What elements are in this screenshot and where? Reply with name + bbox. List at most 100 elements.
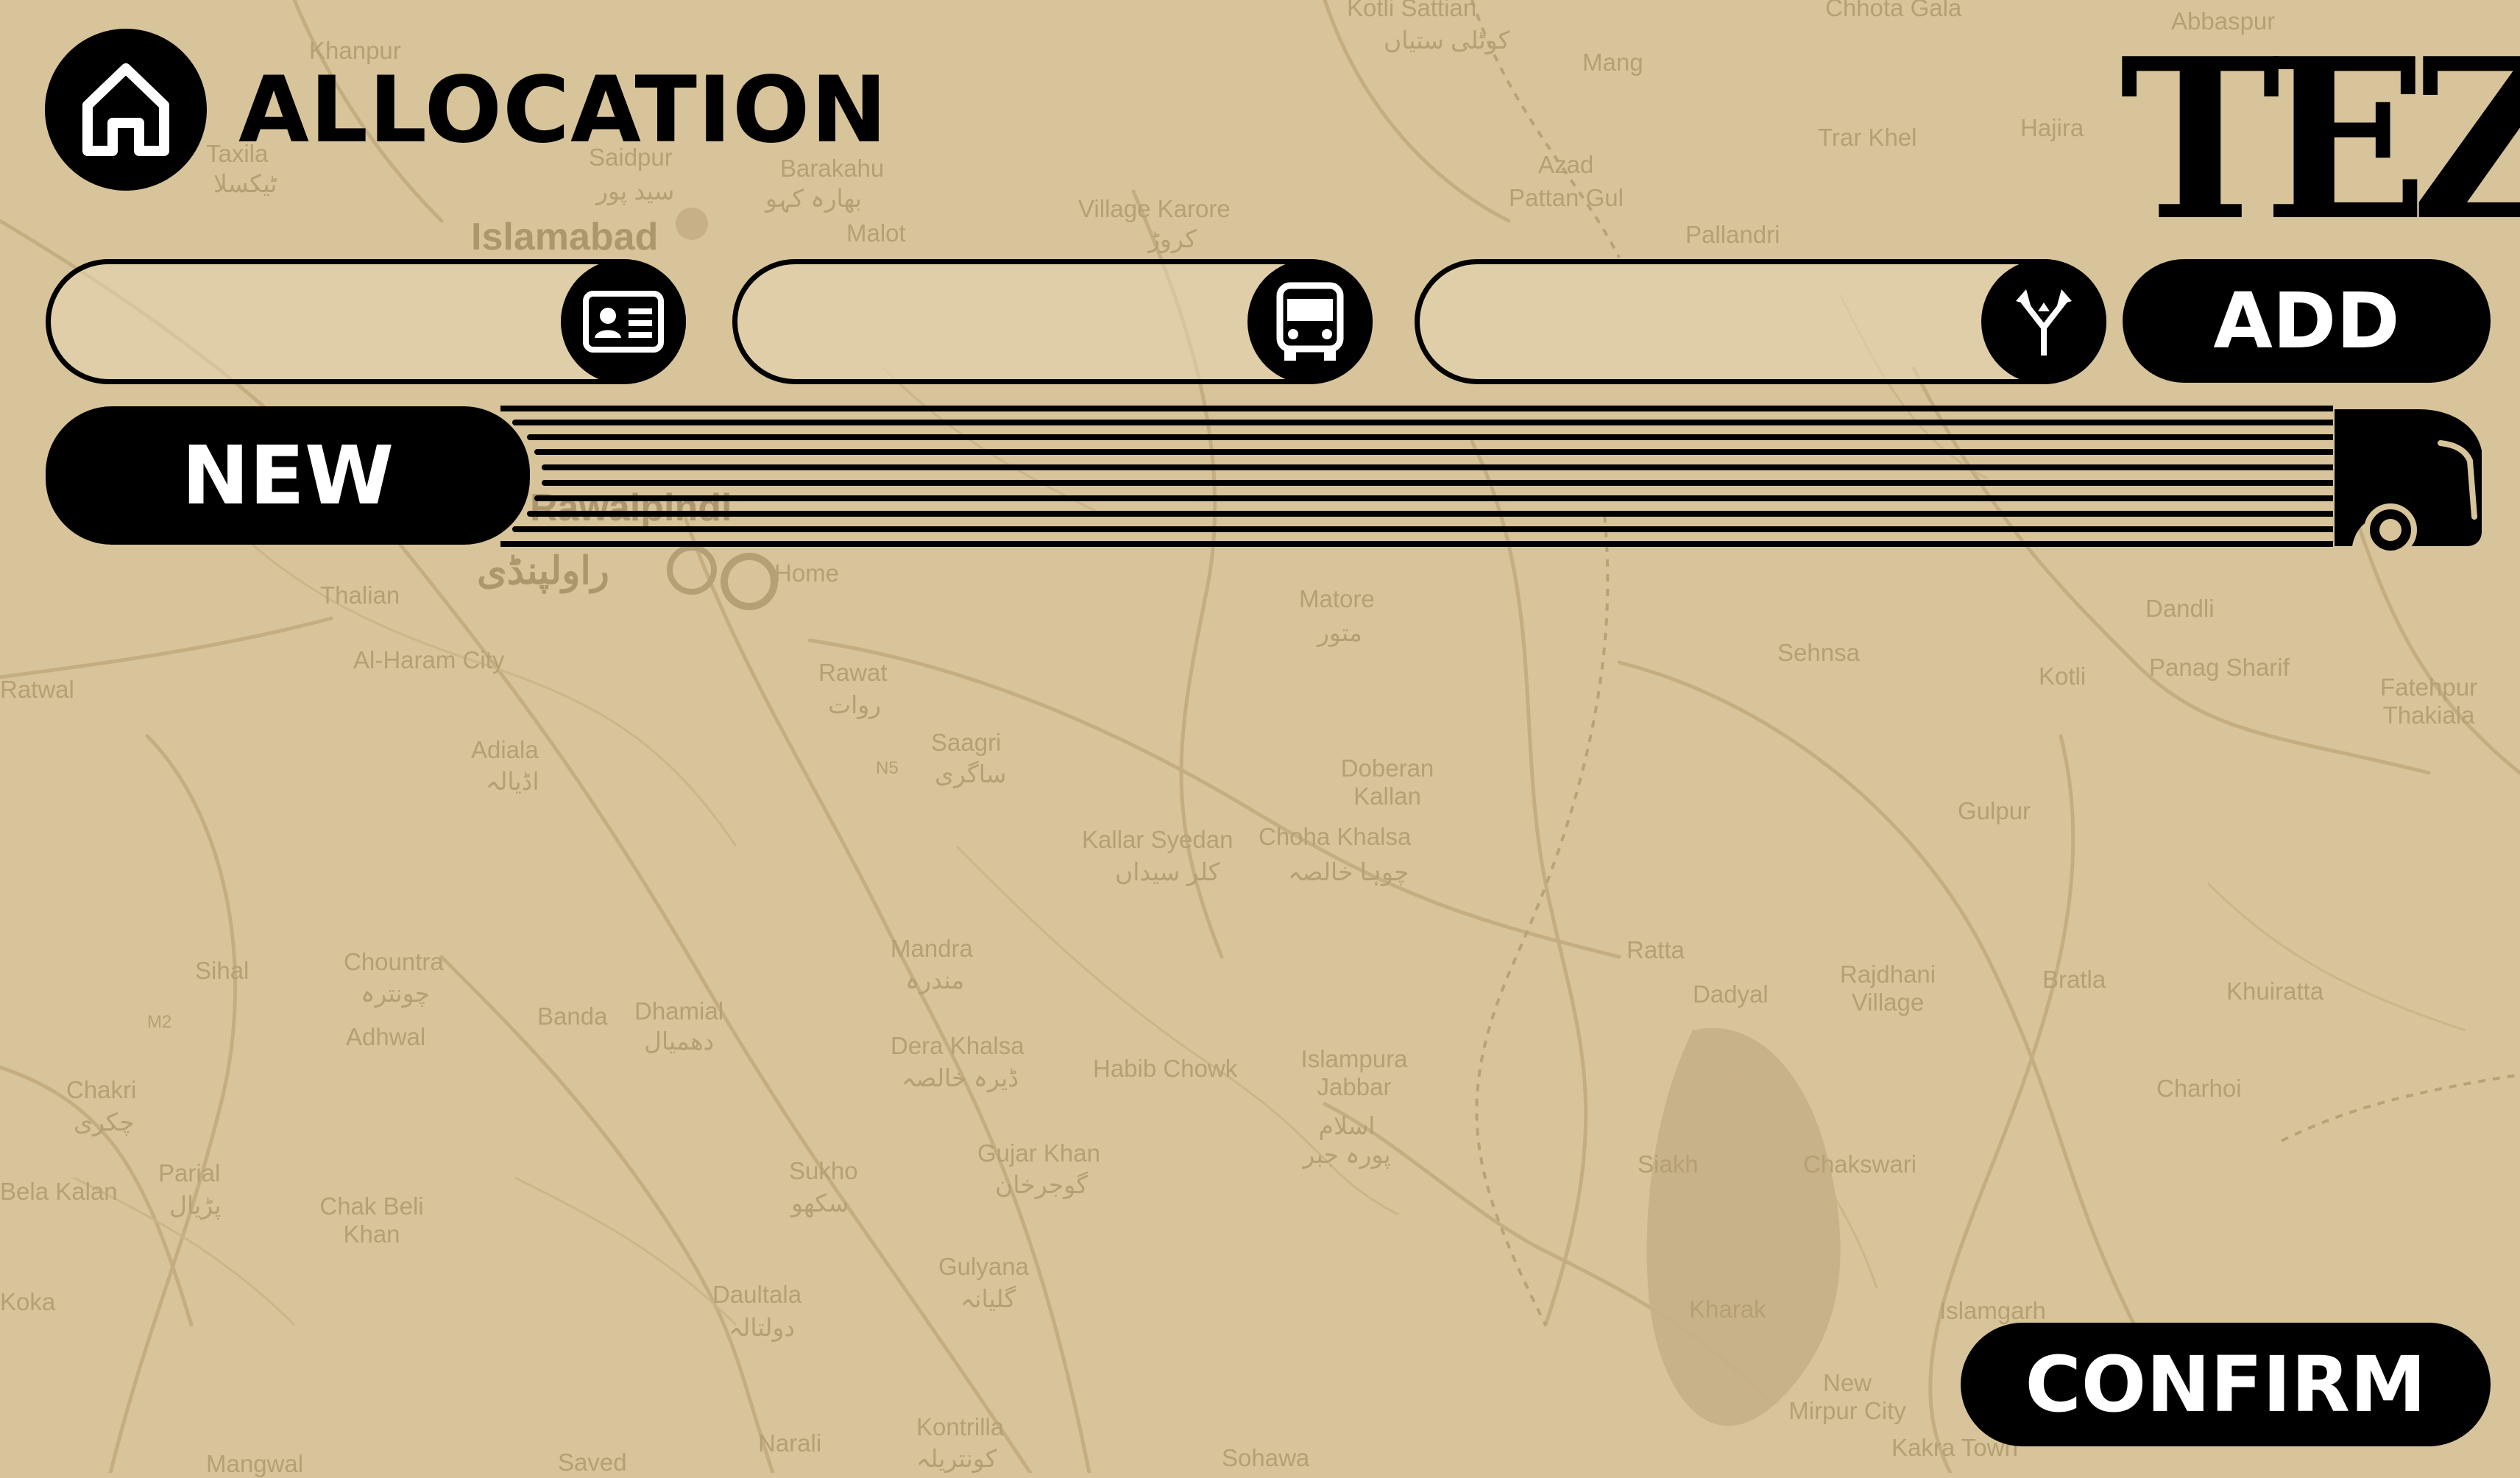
map-label: Fatehpur Thakiala [2379,673,2478,729]
map-label: چوہا خالصہ [1288,858,1409,885]
map-label: New Mirpur City [1788,1369,1906,1424]
id-card-input[interactable] [80,286,522,361]
map-label: گلیانہ [960,1285,1016,1312]
map-label: دولتالہ [729,1314,796,1341]
id-card-button[interactable] [561,259,686,384]
page-title: ALLOCATION [238,57,888,163]
map-label: Pattan Gul [1509,184,1624,211]
map-label: Chakri [66,1076,137,1103]
map-label: ٹیکسلا [213,170,277,197]
map-label: Gulyana [938,1253,1029,1280]
map-label: چونترہ [361,980,431,1007]
map-label: Koka [0,1288,56,1315]
map-label: بھارہ کہو [765,185,862,212]
id-card-field[interactable] [46,259,686,384]
map-label: Chhota Gala [1825,0,1962,21]
map-label: کوٹلی ستیاں [1384,26,1510,54]
map-label: Doberan Kallan [1340,754,1434,810]
map-label: Parial [158,1159,221,1187]
map-label: Azad [1538,151,1594,178]
map-label: Village Karore [1078,195,1231,222]
map-label: Kotli [2039,662,2087,690]
id-card-icon [583,291,664,353]
map-label: Al-Haram City [353,646,505,673]
map-label: Kotli Sattian [1347,0,1477,21]
map-label: Ratta [1627,936,1685,963]
map-label: Home [774,559,840,587]
map-label: Banda [537,1003,608,1030]
route-button[interactable] [1981,259,2106,384]
map-label: Siakh [1638,1150,1699,1178]
map-label: Ratwal [0,676,74,703]
map-label: Dandli [2145,595,2215,622]
bus-input[interactable] [767,286,1208,361]
map-label: Khuiratta [2226,977,2324,1005]
map-label: گوجرخان [995,1171,1089,1198]
bus-field[interactable] [732,259,1373,384]
map-label: Mandra [891,935,973,962]
bus-icon [1276,282,1344,361]
map-label: Hajira [2020,114,2084,141]
map-label: M2 [147,1012,172,1032]
bus-button[interactable] [1247,259,1373,384]
speed-lines [500,406,2333,547]
map-label: Bratla [2042,966,2106,993]
map-label: Dhamial [634,997,724,1025]
map-label: کونتریلہ [916,1445,997,1472]
map-label: Islamgarh [1939,1297,2046,1324]
map-label: ڈیرہ خالصہ [902,1064,1019,1092]
map-label: Gulpur [1958,797,2031,824]
map-label: Habib Chowk [1093,1055,1238,1082]
map-label: Kontrilla [916,1413,1005,1440]
map-label: Islamabad [471,216,659,258]
map-label: Choha Khalsa [1259,823,1412,850]
map-label: کروڑ [1148,225,1197,252]
new-button[interactable]: NEW [46,406,530,545]
map-label: روات [828,691,882,718]
map-label: Panag Sharif [2149,654,2290,681]
map-label: Sihal [195,957,249,984]
home-icon [82,63,169,156]
route-input[interactable] [1449,286,1942,361]
add-button[interactable]: ADD [2123,259,2491,383]
truck-icon [2335,409,2482,556]
map-label: راولپنڈی [477,550,609,593]
map-label: ساگری [935,760,1007,788]
map-label: اڈیالہ [486,768,539,795]
map-label: Adiala [471,736,539,763]
map-label: پڑیال [169,1192,222,1219]
map-label: متور [1317,619,1362,646]
map-label: Matore [1299,585,1375,612]
map-label: کلر سیداں [1115,858,1220,885]
map-label: Sohawa [1222,1444,1310,1471]
map-label: Pallandri [1685,221,1780,248]
map-label: Trar Khel [1818,124,1917,151]
map-label: Chak Beli Khan [319,1192,424,1248]
map-label: Daultala [712,1281,802,1308]
home-button[interactable] [45,29,207,191]
map-label: مندرہ [905,966,965,994]
map-label: N5 [876,758,899,778]
map-label: Rawat [818,659,888,686]
map-label: Narali [758,1429,822,1457]
map-label: چکری [74,1108,135,1136]
map-label: Mang [1582,49,1643,76]
map-label: Chakswari [1803,1150,1917,1178]
map-label: دھمیال [644,1028,715,1055]
map-label: Mangwal [206,1450,304,1477]
map-label: Chountra [344,948,444,975]
map-label: Rajdhani Village [1839,961,1936,1016]
map-label: Dadyal [1693,980,1769,1008]
map-label: Dera Khalsa [891,1032,1024,1059]
map-label: Sukho [789,1157,858,1184]
map-label: Saagri [931,729,1002,756]
map-label: Bela Kalan [0,1178,118,1205]
map-label: Kharak [1689,1295,1766,1323]
map-label: Gujar Khan [977,1139,1100,1167]
route-merge-icon [2016,289,2072,356]
map-label: سکھو [791,1189,849,1217]
map-label: Adhwal [346,1023,426,1050]
confirm-button[interactable]: CONFIRM [1961,1323,2491,1446]
app-logo: TEZ [2120,10,2520,269]
route-field[interactable] [1415,259,2106,384]
